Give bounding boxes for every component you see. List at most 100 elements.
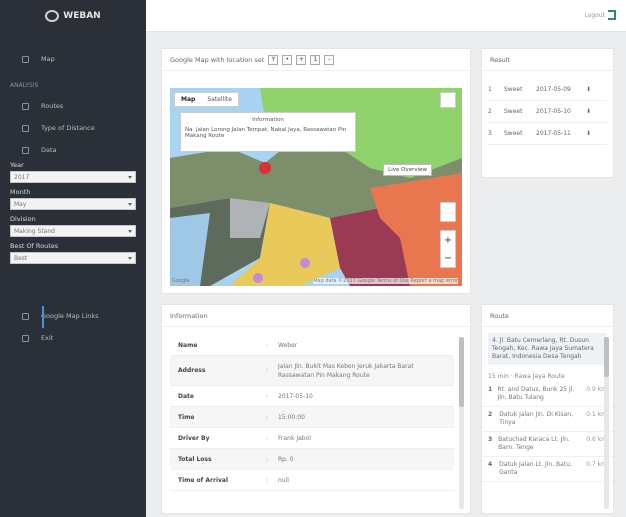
info-value: Jalan Jln. Bukit Mas Kebon Jeruk Jakarta… xyxy=(278,362,414,379)
info-separator: : xyxy=(266,434,269,442)
map-control-button[interactable]: 1 xyxy=(310,54,321,65)
info-separator: : xyxy=(266,341,269,349)
result-num: 2 xyxy=(488,108,492,115)
download-icon[interactable]: ⬇ xyxy=(586,108,591,115)
info-value: 15:00:00 xyxy=(278,413,305,421)
download-icon[interactable]: ⬇ xyxy=(586,86,591,93)
route-step[interactable]: 1 Rt. and Datus, Bunk 25 Jl. Jln. Batu Tu… xyxy=(482,382,613,407)
year-select[interactable]: 2017 xyxy=(10,171,136,183)
result-row[interactable]: 2 Sweet 2017-05-10 ⬇ xyxy=(488,101,607,123)
route-step[interactable]: 2 Datuk Jalan Jln. Di Kisan, Tinya 0.1 km xyxy=(482,407,613,432)
route-icon xyxy=(22,102,29,110)
info-separator: : xyxy=(266,392,269,400)
panel-title-text: Google Map with location set xyxy=(170,55,265,64)
result-date: 2017-05-09 xyxy=(536,86,571,93)
result-num: 1 xyxy=(488,86,492,93)
info-key: Address xyxy=(178,367,206,374)
sidebar-item-distance[interactable]: Type of Distance xyxy=(0,117,146,139)
filter-label-year: Year xyxy=(10,161,24,169)
info-key: Time xyxy=(178,413,195,421)
map-terms[interactable]: Map data ©2017 Google Terms of Use Repor… xyxy=(313,278,458,284)
active-indicator xyxy=(42,306,44,328)
info-row-address: Address: Jalan Jln. Bukit Mas Kebon Jeruk… xyxy=(170,356,454,386)
map-control-button[interactable]: + xyxy=(296,54,307,65)
result-num: 3 xyxy=(488,130,492,137)
sidebar: WEBAN Map ANALYSIS Routes Type of Distan… xyxy=(0,0,146,517)
live-overview-label[interactable]: Live Overview xyxy=(383,164,432,176)
sidebar-item-map[interactable]: Map xyxy=(0,48,146,70)
brand-logo[interactable]: WEBAN xyxy=(0,0,146,32)
logout-icon xyxy=(608,10,616,20)
scrollbar-thumb[interactable] xyxy=(604,337,609,377)
sidebar-item-label: Google Map Links xyxy=(41,312,99,320)
info-row-time: Time: 15:00:00 xyxy=(170,407,454,428)
sidebar-item-label: Type of Distance xyxy=(41,124,95,132)
map-control-button[interactable]: Y xyxy=(268,54,279,65)
download-icon[interactable]: ⬇ xyxy=(586,130,591,137)
distance-icon xyxy=(22,124,29,132)
fullscreen-icon[interactable] xyxy=(440,92,456,108)
zoom-in-icon[interactable]: + xyxy=(444,235,452,246)
route-step-text: Datuk Jalan Lt. Jln. Batu. Ganta xyxy=(499,461,572,476)
map-panel-title: Google Map with location set Y • + 1 – xyxy=(162,49,470,71)
sidebar-item-label: Routes xyxy=(41,102,64,110)
chevron-down-icon xyxy=(128,229,132,233)
info-panel-title: Information xyxy=(162,305,470,327)
route-summary: 4. Jl. Batu Cemerlang, Rt. Dusun Tengah,… xyxy=(488,333,607,365)
info-key: Total Loss xyxy=(178,455,212,463)
result-row[interactable]: 1 Sweet 2017-05-09 ⬇ xyxy=(488,79,607,101)
select-value: May xyxy=(14,200,27,208)
info-window-title: Information xyxy=(252,117,284,123)
scrollbar-thumb[interactable] xyxy=(459,337,464,407)
sidebar-item-exit[interactable]: Exit xyxy=(0,327,146,349)
route-step[interactable]: 3 Batuchad Karaca Lt. Jln. Barn. Tenge 0.6… xyxy=(482,432,613,457)
chevron-down-icon xyxy=(128,202,132,206)
sidebar-item-routes[interactable]: Routes xyxy=(0,95,146,117)
route-step-text: Batuchad Karaca Lt. Jln. Barn. Tenge xyxy=(498,436,570,451)
zoom-control[interactable]: + − xyxy=(440,230,456,268)
route-scrollbar[interactable] xyxy=(604,337,609,509)
logout-label: Logout xyxy=(584,11,605,19)
turn-arrow-icon: 2 xyxy=(488,411,493,418)
route-step[interactable]: 4 Datuk Jalan Lt. Jln. Batu. Ganta 0.7 km xyxy=(482,457,613,482)
map-type-map[interactable]: Map xyxy=(175,93,201,106)
google-map[interactable]: Map Satellite Information Na. Jalan Loro… xyxy=(170,88,462,286)
route-panel-title: Route xyxy=(482,305,613,327)
info-row-driver: Driver By: Frank Jabol xyxy=(170,428,454,449)
map-type-toggle[interactable]: Map Satellite xyxy=(174,92,239,107)
turn-arrow-icon: 3 xyxy=(488,436,493,443)
info-row-name: Name: Weber xyxy=(170,335,454,356)
sidebar-item-map-links[interactable]: Google Map Links xyxy=(0,305,146,327)
month-select[interactable]: May xyxy=(10,198,136,210)
sidebar-item-label: Data xyxy=(41,146,57,154)
brand-name: WEBAN xyxy=(63,11,101,21)
result-panel-title: Result xyxy=(482,49,613,71)
sidebar-section-label: ANALYSIS xyxy=(10,82,39,89)
info-value: Frank Jabol xyxy=(278,434,311,442)
info-key: Date xyxy=(178,392,194,400)
route-panel: Route 4. Jl. Batu Cemerlang, Rt. Dusun T… xyxy=(481,304,614,514)
result-row[interactable]: 3 Sweet 2017-05-11 ⬇ xyxy=(488,123,607,145)
route-step-text: Datuk Jalan Jln. Di Kisan, Tinya xyxy=(499,411,573,426)
zoom-out-icon[interactable]: − xyxy=(444,253,452,264)
top-bar: Logout xyxy=(146,0,626,32)
map-control-button[interactable]: – xyxy=(324,54,335,65)
info-row-date: Date: 2017-05-10 xyxy=(170,386,454,407)
sidebar-item-data[interactable]: Data xyxy=(0,139,146,161)
select-value: Best xyxy=(14,254,28,262)
result-panel: Result 1 Sweet 2017-05-09 ⬇ 2 Sweet 2017… xyxy=(481,48,614,178)
division-select[interactable]: Making Stand xyxy=(10,225,136,237)
route-steps-header: 15 min · Rawa Jaya Route xyxy=(488,373,565,380)
street-view-icon[interactable] xyxy=(440,202,456,222)
select-value: Making Stand xyxy=(14,227,55,235)
result-date: 2017-05-11 xyxy=(536,130,571,137)
info-row-total-loss: Total Loss: Rp. 0 xyxy=(170,449,454,470)
info-separator: : xyxy=(266,476,269,484)
turn-arrow-icon: 4 xyxy=(488,461,493,468)
logout-button[interactable]: Logout xyxy=(584,10,616,20)
map-type-satellite[interactable]: Satellite xyxy=(201,93,238,106)
filter-label-month: Month xyxy=(10,188,31,196)
best-routes-select[interactable]: Best xyxy=(10,252,136,264)
info-scrollbar[interactable] xyxy=(459,337,464,509)
map-control-button[interactable]: • xyxy=(282,54,293,65)
